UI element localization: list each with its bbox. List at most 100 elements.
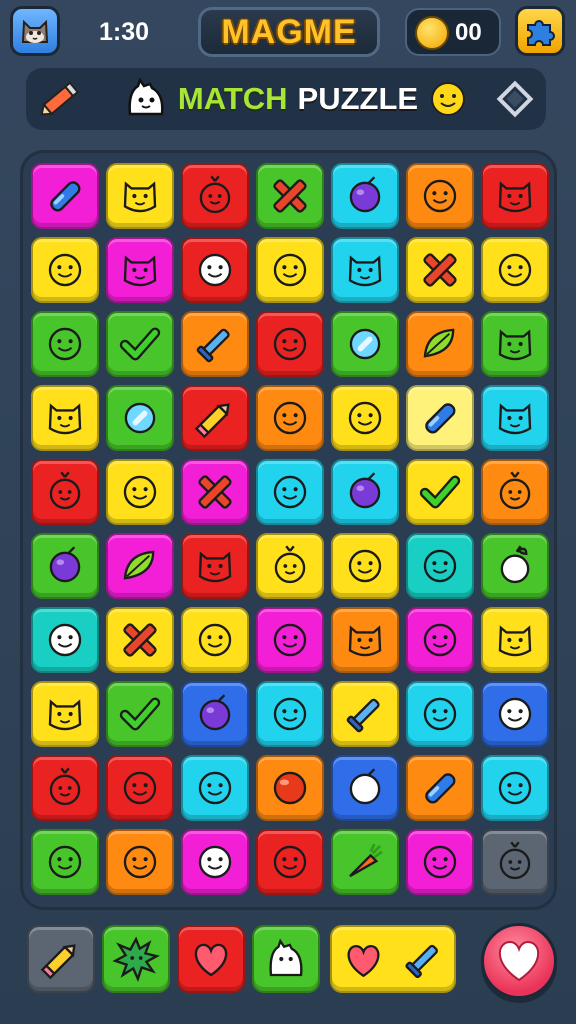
tile[interactable]: [181, 163, 249, 229]
like-button[interactable]: [481, 923, 557, 999]
booster-tray: [0, 915, 576, 1024]
tile[interactable]: [256, 163, 324, 229]
banner-title: MATCH PUZZLE: [114, 75, 478, 123]
tile[interactable]: [331, 533, 399, 599]
check-icon: [119, 327, 161, 361]
tile[interactable]: [256, 311, 324, 377]
tile[interactable]: [256, 237, 324, 303]
combo-booster-button[interactable]: [330, 925, 456, 993]
face-icon: [273, 253, 307, 287]
tile[interactable]: [331, 607, 399, 673]
tile[interactable]: [406, 681, 474, 747]
white-ball-icon: [349, 768, 381, 805]
tile[interactable]: [406, 755, 474, 821]
face-icon: [123, 771, 157, 805]
tile[interactable]: [406, 533, 474, 599]
tile[interactable]: [31, 459, 99, 525]
tile[interactable]: [481, 607, 549, 673]
ghost-mascot-icon: [128, 78, 164, 116]
tile[interactable]: [106, 237, 174, 303]
tile[interactable]: [331, 459, 399, 525]
tile[interactable]: [256, 681, 324, 747]
tile[interactable]: [106, 829, 174, 895]
white-face-icon: [498, 697, 532, 731]
booster-button[interactable]: [102, 925, 170, 993]
tile[interactable]: [481, 311, 549, 377]
booster-button[interactable]: [252, 925, 320, 993]
tile[interactable]: [256, 607, 324, 673]
pencil-icon: [40, 81, 80, 116]
tile[interactable]: [31, 237, 99, 303]
tile[interactable]: [331, 163, 399, 229]
berry-icon: [199, 175, 231, 214]
tile[interactable]: [31, 607, 99, 673]
tile[interactable]: [331, 385, 399, 451]
tile[interactable]: [31, 385, 99, 451]
tile[interactable]: [406, 829, 474, 895]
tile[interactable]: [106, 755, 174, 821]
tile[interactable]: [481, 237, 549, 303]
tile[interactable]: [331, 829, 399, 895]
tile[interactable]: [106, 163, 174, 229]
tile[interactable]: [481, 755, 549, 821]
cat-face-icon: [48, 699, 82, 731]
tile[interactable]: [331, 237, 399, 303]
tile[interactable]: [481, 533, 549, 599]
tile[interactable]: [106, 459, 174, 525]
tile[interactable]: [331, 681, 399, 747]
tile[interactable]: [256, 829, 324, 895]
gem-icon: [124, 402, 156, 434]
tile[interactable]: [331, 311, 399, 377]
tile[interactable]: [256, 385, 324, 451]
cat-face-icon: [498, 181, 532, 213]
tile[interactable]: [106, 607, 174, 673]
tile[interactable]: [406, 163, 474, 229]
tile[interactable]: [31, 755, 99, 821]
tile[interactable]: [181, 829, 249, 895]
tile[interactable]: [181, 755, 249, 821]
cat-face-icon: [123, 181, 157, 213]
tile[interactable]: [481, 459, 549, 525]
tile[interactable]: [31, 163, 99, 229]
tile[interactable]: [406, 311, 474, 377]
tile[interactable]: [106, 681, 174, 747]
tile[interactable]: [481, 829, 549, 895]
heart-icon: [498, 940, 540, 982]
tile[interactable]: [256, 533, 324, 599]
tile[interactable]: [181, 533, 249, 599]
booster-button[interactable]: [27, 925, 95, 993]
tile[interactable]: [181, 459, 249, 525]
tile[interactable]: [481, 163, 549, 229]
cat-face-icon: [498, 403, 532, 435]
tile[interactable]: [331, 755, 399, 821]
tile[interactable]: [481, 681, 549, 747]
puzzle-menu-button[interactable]: [515, 6, 565, 56]
tile[interactable]: [181, 311, 249, 377]
tile[interactable]: [181, 237, 249, 303]
tile[interactable]: [31, 533, 99, 599]
tile[interactable]: [481, 385, 549, 451]
tile[interactable]: [181, 385, 249, 451]
tile[interactable]: [406, 459, 474, 525]
tile[interactable]: [106, 533, 174, 599]
cross-icon: [123, 623, 157, 657]
booster-button[interactable]: [177, 925, 245, 993]
diamond-icon[interactable]: [494, 78, 536, 120]
tile[interactable]: [256, 755, 324, 821]
tile[interactable]: [106, 385, 174, 451]
tile[interactable]: [406, 607, 474, 673]
tile[interactable]: [31, 829, 99, 895]
berry-icon: [274, 545, 306, 584]
tile[interactable]: [181, 681, 249, 747]
game-board: [20, 150, 557, 910]
heart-icon: [194, 943, 228, 977]
tile[interactable]: [256, 459, 324, 525]
profile-button[interactable]: [10, 6, 60, 56]
tile[interactable]: [31, 311, 99, 377]
tile[interactable]: [106, 311, 174, 377]
face-icon: [48, 253, 82, 287]
tile[interactable]: [406, 385, 474, 451]
tile[interactable]: [406, 237, 474, 303]
tile[interactable]: [181, 607, 249, 673]
tile[interactable]: [31, 681, 99, 747]
